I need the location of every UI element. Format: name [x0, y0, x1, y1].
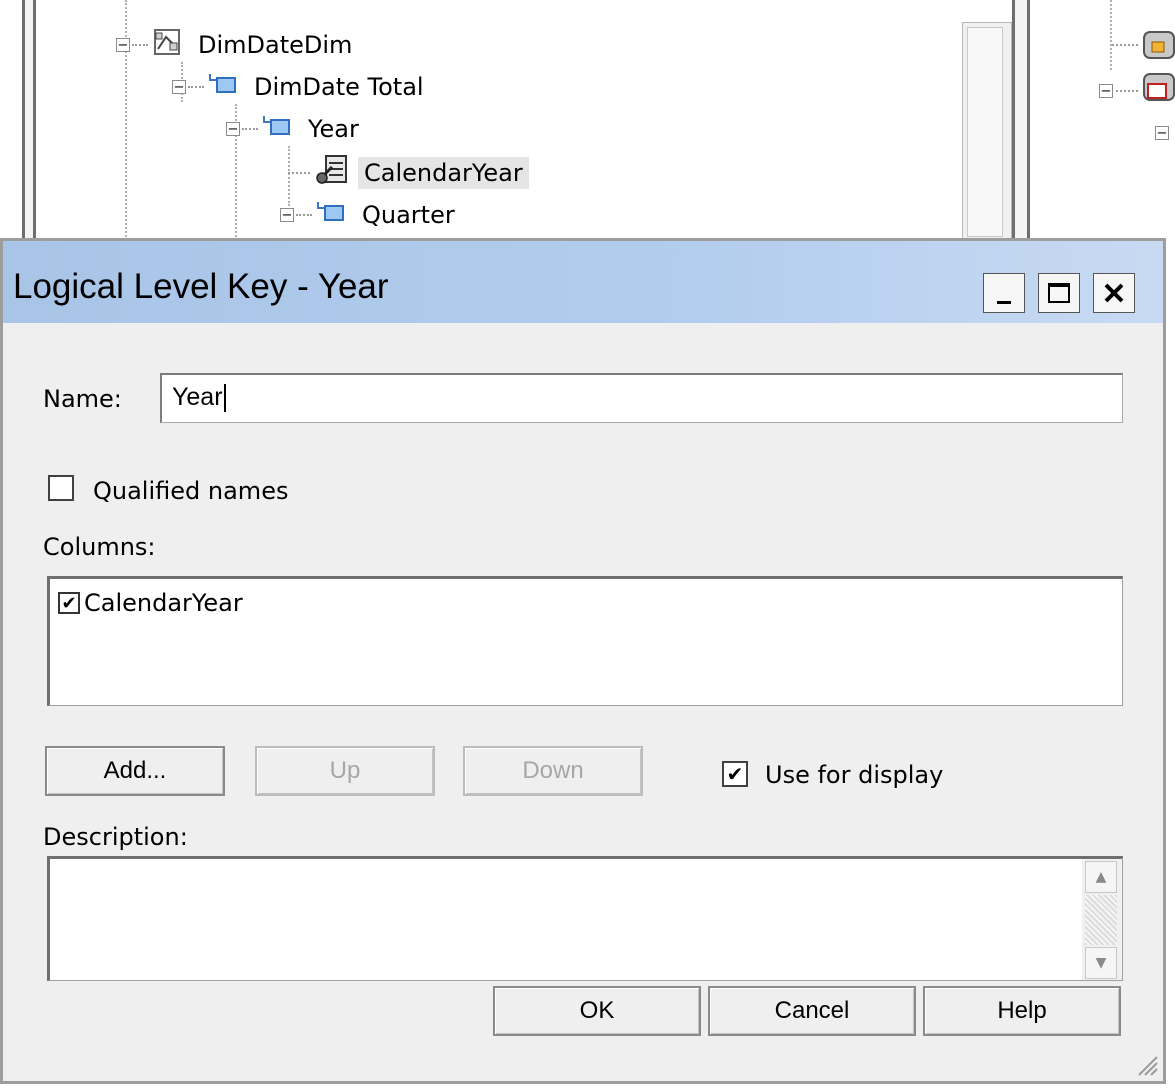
column-label: CalendarYear	[84, 589, 243, 617]
tree-right-frame	[1012, 0, 1030, 240]
help-button[interactable]: Help	[923, 986, 1121, 1036]
collapse-icon[interactable]: −	[280, 208, 294, 222]
maximize-icon	[1048, 283, 1070, 303]
columns-label: Columns:	[43, 533, 156, 561]
ok-button[interactable]: OK	[493, 986, 701, 1036]
tree-connector	[288, 172, 310, 174]
down-button[interactable]: Down	[463, 746, 643, 796]
resize-grip-icon[interactable]	[1133, 1051, 1159, 1077]
tree-left-frame	[22, 0, 36, 240]
tree-item-calendaryear[interactable]: CalendarYear	[288, 154, 529, 192]
use-for-display-label[interactable]: Use for display	[765, 761, 943, 789]
tree-item-label: Year	[308, 115, 359, 143]
dialog-titlebar[interactable]: Logical Level Key - Year	[3, 241, 1163, 323]
key-column-icon	[314, 154, 348, 192]
name-label: Name:	[43, 385, 122, 413]
name-input[interactable]: Year	[160, 373, 1123, 423]
description-label: Description:	[43, 823, 188, 851]
maximize-button[interactable]	[1038, 273, 1080, 313]
tree-connector	[132, 44, 148, 46]
checkmark-icon[interactable]: ✔	[58, 592, 80, 614]
scrollbar-track[interactable]	[1085, 895, 1117, 945]
logical-level-key-dialog: Logical Level Key - Year Name: Year Qual…	[0, 238, 1166, 1084]
tree-connector	[1116, 90, 1138, 92]
scroll-up-arrow-icon[interactable]: ▲	[1085, 861, 1117, 893]
collapse-icon[interactable]: −	[172, 80, 186, 94]
tree-item-quarter[interactable]: − Quarter	[280, 198, 461, 232]
tree-item-dimdatedim[interactable]: − DimDateDim	[116, 28, 358, 62]
close-button[interactable]	[1093, 273, 1135, 313]
level-icon	[208, 72, 238, 102]
tree-item-label: DimDateDim	[198, 31, 353, 59]
tree-item-label: Quarter	[362, 201, 455, 229]
description-textarea[interactable]: ▲ ▼	[47, 856, 1123, 981]
qualified-names-checkbox[interactable]	[48, 475, 74, 501]
tree-item-year[interactable]: − Year	[226, 112, 365, 146]
qualified-names-label[interactable]: Qualified names	[93, 477, 288, 505]
database-icon	[1138, 70, 1175, 108]
collapse-icon[interactable]: −	[1099, 84, 1113, 98]
up-button[interactable]: Up	[255, 746, 435, 796]
tree-item-label: CalendarYear	[358, 157, 529, 189]
tree-connector	[296, 214, 312, 216]
tree-connector	[188, 86, 204, 88]
minimize-button[interactable]	[983, 273, 1025, 313]
use-for-display-checkbox[interactable]: ✔	[722, 761, 748, 787]
close-icon	[1104, 283, 1124, 303]
cancel-button[interactable]: Cancel	[708, 986, 916, 1036]
tree-item-label: DimDate Total	[254, 73, 424, 101]
level-icon	[316, 200, 346, 230]
list-item[interactable]: ✔ CalendarYear	[58, 589, 243, 617]
tree-connector	[1112, 44, 1138, 46]
minimize-icon	[997, 300, 1011, 304]
description-scrollbar[interactable]: ▲ ▼	[1082, 859, 1122, 980]
collapse-icon[interactable]: −	[1155, 126, 1169, 140]
tree-connector	[242, 128, 258, 130]
tree-scrollbar[interactable]	[962, 22, 1012, 242]
collapse-icon[interactable]: −	[116, 38, 130, 52]
database-icon	[1138, 28, 1175, 66]
tree-scrollbar-thumb[interactable]	[967, 27, 1003, 237]
dialog-title: Logical Level Key - Year	[13, 267, 389, 306]
tree-guide	[1110, 0, 1112, 70]
text-caret	[223, 384, 226, 413]
level-icon	[262, 114, 292, 144]
tree-item-dimdate-total[interactable]: − DimDate Total	[172, 70, 430, 104]
name-value: Year	[172, 383, 223, 411]
hierarchy-icon	[152, 27, 182, 63]
add-button[interactable]: Add...	[45, 746, 225, 796]
collapse-icon[interactable]: −	[226, 122, 240, 136]
columns-listbox[interactable]: ✔ CalendarYear	[47, 576, 1123, 706]
scroll-down-arrow-icon[interactable]: ▼	[1085, 947, 1117, 979]
